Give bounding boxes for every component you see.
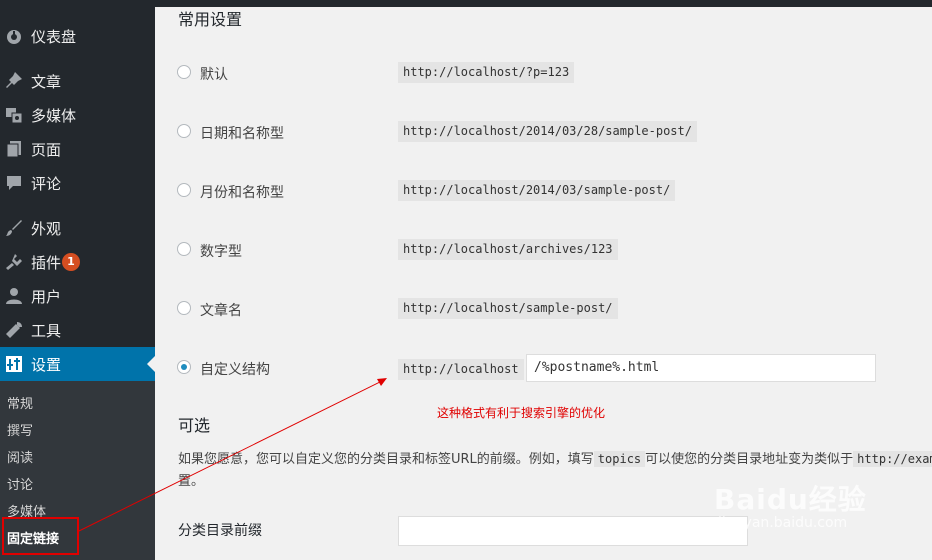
annotation-arrow <box>78 378 387 532</box>
